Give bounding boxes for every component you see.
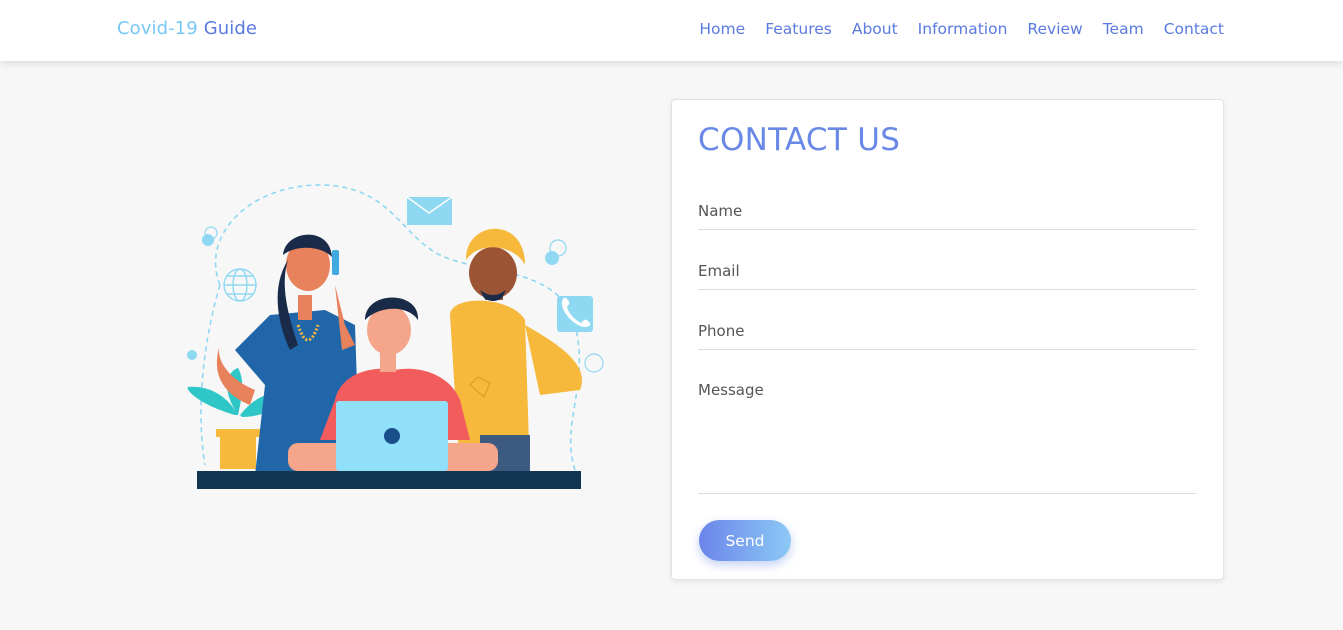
- nav-about[interactable]: About: [852, 20, 898, 38]
- phone-field[interactable]: [698, 321, 1196, 350]
- name-field[interactable]: [698, 201, 1196, 230]
- send-button[interactable]: Send: [699, 520, 791, 561]
- nav-review[interactable]: Review: [1027, 20, 1082, 38]
- nav-features[interactable]: Features: [765, 20, 832, 38]
- brand-part1: Covid-19: [117, 18, 198, 39]
- contact-title: CONTACT US: [698, 122, 901, 158]
- contact-illustration: [180, 175, 610, 500]
- nav-contact[interactable]: Contact: [1164, 20, 1224, 38]
- nav-information[interactable]: Information: [918, 20, 1008, 38]
- brand-part2: Guide: [203, 18, 258, 39]
- main-nav: Home Features About Information Review T…: [699, 20, 1224, 38]
- brand-logo[interactable]: Covid-19 Guide: [117, 18, 257, 39]
- email-field[interactable]: [698, 261, 1196, 290]
- nav-home[interactable]: Home: [699, 20, 745, 38]
- message-field[interactable]: [698, 381, 1196, 494]
- contact-form-card: CONTACT US Send: [671, 99, 1224, 580]
- navbar: Covid-19 Guide Home Features About Infor…: [0, 0, 1343, 61]
- nav-team[interactable]: Team: [1103, 20, 1144, 38]
